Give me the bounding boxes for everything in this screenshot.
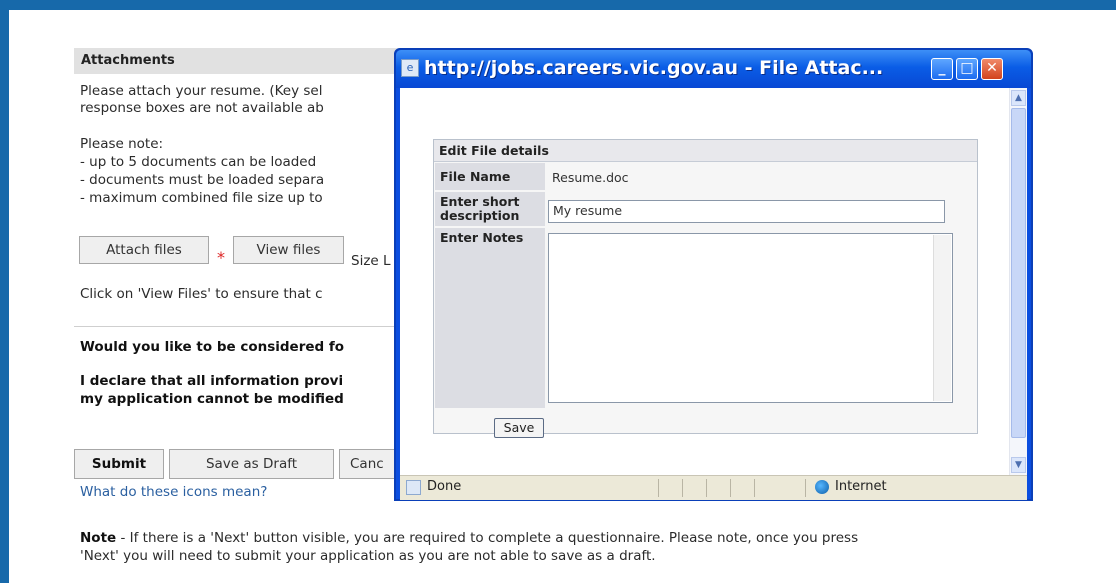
status-zone-text: Internet xyxy=(835,479,887,494)
declaration-line2: my application cannot be modified xyxy=(80,391,344,407)
footer-note-text-2: 'Next' you will need to submit your appl… xyxy=(80,548,656,564)
cancel-button[interactable]: Canc xyxy=(339,449,399,479)
maximize-icon[interactable]: □ xyxy=(956,58,978,80)
footer-note-text-1: - If there is a 'Next' button visible, y… xyxy=(116,530,859,546)
short-description-label-line1: Enter short xyxy=(440,194,520,209)
status-done-text: Done xyxy=(427,479,462,494)
size-limit-text: Size L xyxy=(351,253,391,269)
popup-statusbar: Done Internet xyxy=(400,475,1027,500)
notes-textarea[interactable] xyxy=(548,233,953,403)
view-files-instruction: Click on 'View Files' to ensure that c xyxy=(80,286,323,302)
file-name-value: Resume.doc xyxy=(552,170,629,185)
consider-question: Would you like to be considered fo xyxy=(80,339,345,355)
divider xyxy=(74,326,404,327)
attachments-section-title: Attachments xyxy=(74,48,404,74)
edit-file-details-panel: Edit File details File Name Resume.doc E… xyxy=(433,139,978,438)
ie-page-icon: e xyxy=(401,59,419,77)
footer-note-label: Note xyxy=(80,530,117,546)
short-description-label-line2: description xyxy=(440,208,520,223)
minimize-icon[interactable]: _ xyxy=(931,58,953,80)
footer-note: Note - If there is a 'Next' button visib… xyxy=(80,529,1100,565)
note-item-1: - up to 5 documents can be loaded xyxy=(80,154,317,170)
popup-content-area: ▲ ▼ Edit File details File Name Resume.d… xyxy=(400,88,1027,475)
status-separator xyxy=(658,479,659,497)
submit-button[interactable]: Submit xyxy=(74,449,164,479)
page-icon xyxy=(406,480,421,495)
declaration-line1: I declare that all information provi xyxy=(80,373,344,389)
note-heading: Please note: xyxy=(80,136,164,152)
popup-title: http://jobs.careers.vic.gov.au - File At… xyxy=(424,57,884,79)
close-icon[interactable]: ✕ xyxy=(981,58,1003,80)
icons-help-link[interactable]: What do these icons mean? xyxy=(80,484,267,500)
status-separator xyxy=(754,479,755,497)
status-separator xyxy=(730,479,731,497)
notes-label: Enter Notes xyxy=(435,228,545,408)
note-item-2: - documents must be loaded separa xyxy=(80,172,325,188)
short-description-input[interactable]: My resume xyxy=(548,200,945,223)
save-as-draft-button[interactable]: Save as Draft xyxy=(169,449,334,479)
status-separator xyxy=(805,479,806,497)
popup-vertical-scrollbar[interactable]: ▲ ▼ xyxy=(1009,88,1027,475)
file-attach-popup-window: e http://jobs.careers.vic.gov.au - File … xyxy=(394,48,1033,501)
panel-title: Edit File details xyxy=(434,140,977,162)
status-separator xyxy=(706,479,707,497)
view-files-button[interactable]: View files xyxy=(233,236,344,264)
notes-scrollbar[interactable] xyxy=(933,235,951,401)
intro-text-line2: response boxes are not available ab xyxy=(80,100,324,116)
scroll-down-arrow-icon[interactable]: ▼ xyxy=(1011,457,1026,473)
save-button[interactable]: Save xyxy=(494,418,544,438)
file-name-label: File Name xyxy=(435,163,545,190)
required-star: * xyxy=(217,248,225,267)
scroll-thumb[interactable] xyxy=(1011,108,1026,438)
attach-files-button[interactable]: Attach files xyxy=(79,236,209,264)
note-item-3: - maximum combined file size up to xyxy=(80,190,323,206)
globe-icon xyxy=(815,480,829,494)
status-separator xyxy=(682,479,683,497)
intro-text-line1: Please attach your resume. (Key sel xyxy=(80,83,323,99)
popup-titlebar[interactable]: e http://jobs.careers.vic.gov.au - File … xyxy=(396,50,1031,88)
short-description-label: Enter short description xyxy=(435,192,545,226)
scroll-up-arrow-icon[interactable]: ▲ xyxy=(1011,90,1026,106)
